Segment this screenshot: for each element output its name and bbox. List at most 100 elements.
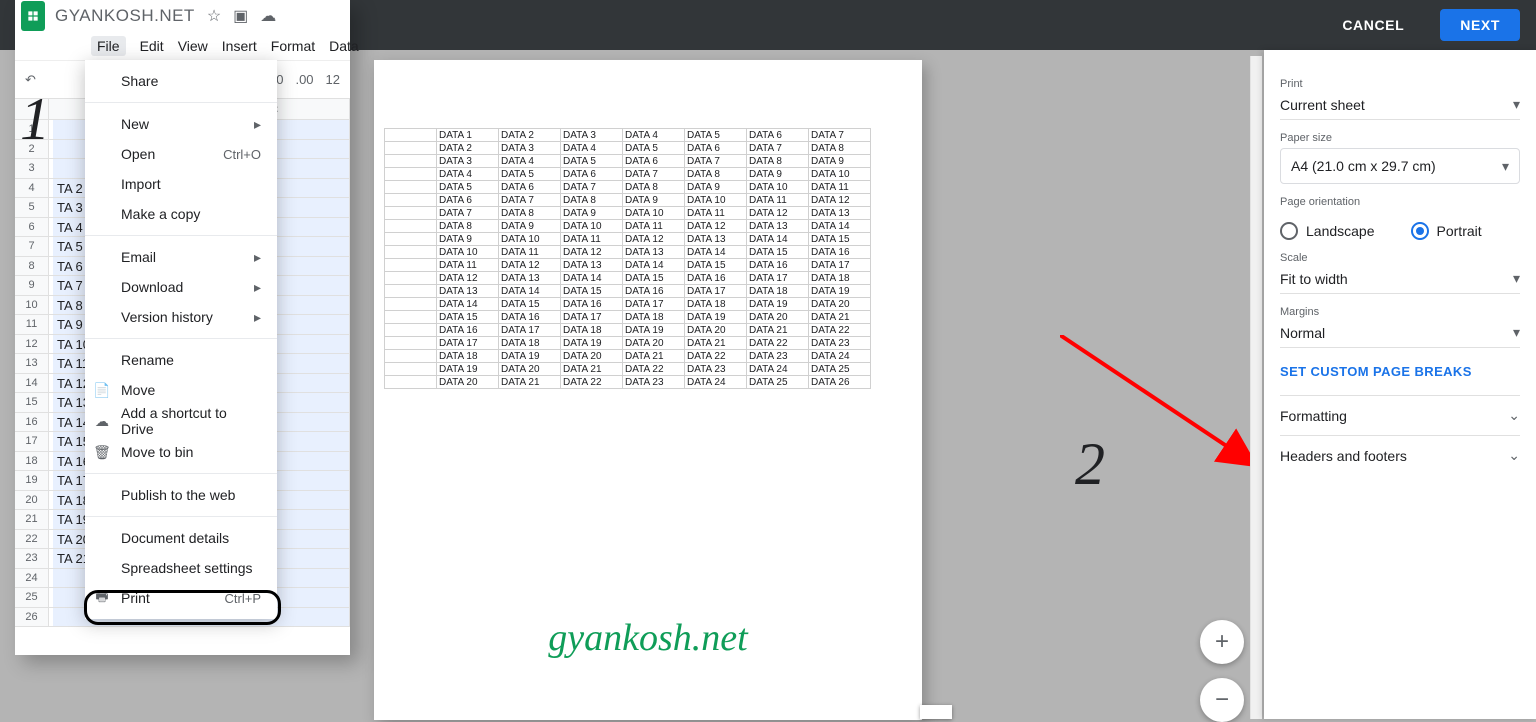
file-version-history[interactable]: Version history▸ bbox=[85, 302, 277, 332]
file-open[interactable]: OpenCtrl+O bbox=[85, 139, 277, 169]
file-move-to-bin[interactable]: 🗑Move to bin bbox=[85, 437, 277, 467]
chevron-down-icon: ▾ bbox=[1513, 96, 1520, 113]
doc-title[interactable]: GYANKOSH.NET bbox=[55, 6, 195, 26]
preview-cell: DATA 16 bbox=[561, 298, 623, 311]
file-document-details[interactable]: Document details bbox=[85, 523, 277, 553]
menu-sep bbox=[85, 102, 277, 103]
orientation-portrait[interactable]: Portrait bbox=[1411, 222, 1482, 240]
preview-cell: DATA 14 bbox=[685, 246, 747, 259]
menu-data[interactable]: Data bbox=[329, 38, 359, 54]
row-number[interactable]: 10 bbox=[15, 296, 49, 316]
chevron-right-icon: ▸ bbox=[254, 116, 261, 133]
menu-edit[interactable]: Edit bbox=[140, 38, 164, 54]
preview-cell: DATA 4 bbox=[561, 142, 623, 155]
formatting-label: Formatting bbox=[1280, 408, 1347, 424]
print-scope-select[interactable]: Current sheet ▾ bbox=[1280, 90, 1520, 120]
row-number[interactable]: 17 bbox=[15, 432, 49, 452]
star-icon[interactable]: ☆ bbox=[207, 6, 221, 26]
row-number[interactable]: 22 bbox=[15, 530, 49, 550]
preview-cell: DATA 4 bbox=[437, 168, 499, 181]
preview-cell: DATA 13 bbox=[685, 233, 747, 246]
file-sssettings-label: Spreadsheet settings bbox=[121, 560, 253, 576]
preview-cell: DATA 15 bbox=[685, 259, 747, 272]
cancel-button[interactable]: CANCEL bbox=[1322, 9, 1424, 41]
file-publish[interactable]: Publish to the web bbox=[85, 480, 277, 510]
file-make-copy[interactable]: Make a copy bbox=[85, 199, 277, 229]
row-number[interactable]: 8 bbox=[15, 257, 49, 277]
scale-select[interactable]: Fit to width ▾ bbox=[1280, 264, 1520, 294]
zoom-in-button[interactable]: + bbox=[1200, 620, 1244, 664]
file-spreadsheet-settings[interactable]: Spreadsheet settings bbox=[85, 553, 277, 583]
row-number[interactable]: 14 bbox=[15, 374, 49, 394]
menu-view[interactable]: View bbox=[178, 38, 208, 54]
headers-footers-accordion[interactable]: Headers and footers ⌄ bbox=[1280, 435, 1520, 475]
preview-cell: DATA 10 bbox=[685, 194, 747, 207]
preview-cell: DATA 6 bbox=[623, 155, 685, 168]
increase-decimal-icon[interactable]: .00 bbox=[295, 72, 313, 87]
row-number[interactable]: 15 bbox=[15, 393, 49, 413]
row-number[interactable]: 23 bbox=[15, 549, 49, 569]
file-move[interactable]: 📄Move bbox=[85, 375, 277, 405]
preview-cell: DATA 10 bbox=[623, 207, 685, 220]
preview-cell: DATA 17 bbox=[747, 272, 809, 285]
preview-cell: DATA 20 bbox=[809, 298, 871, 311]
file-download[interactable]: Download▸ bbox=[85, 272, 277, 302]
row-number[interactable]: 13 bbox=[15, 354, 49, 374]
menu-format[interactable]: Format bbox=[271, 38, 315, 54]
row-number[interactable]: 7 bbox=[15, 237, 49, 257]
row-number[interactable]: 19 bbox=[15, 471, 49, 491]
preview-cell: DATA 16 bbox=[685, 272, 747, 285]
preview-cell: DATA 13 bbox=[747, 220, 809, 233]
file-new[interactable]: New▸ bbox=[85, 109, 277, 139]
annotation-circle-print bbox=[84, 590, 281, 625]
set-custom-page-breaks[interactable]: SET CUSTOM PAGE BREAKS bbox=[1280, 364, 1520, 379]
preview-cell: DATA 19 bbox=[809, 285, 871, 298]
row-number[interactable]: 5 bbox=[15, 198, 49, 218]
file-share[interactable]: Share bbox=[85, 66, 277, 96]
sheets-doc-icon[interactable] bbox=[21, 1, 45, 31]
row-number[interactable]: 21 bbox=[15, 510, 49, 530]
row-number[interactable]: 20 bbox=[15, 491, 49, 511]
preview-cell: DATA 22 bbox=[623, 363, 685, 376]
row-number[interactable]: 18 bbox=[15, 452, 49, 472]
next-button[interactable]: NEXT bbox=[1440, 9, 1520, 41]
file-rename[interactable]: Rename bbox=[85, 345, 277, 375]
font-size[interactable]: 12 bbox=[326, 72, 340, 87]
row-number[interactable]: 26 bbox=[15, 608, 49, 628]
file-import[interactable]: Import bbox=[85, 169, 277, 199]
zoom-out-button[interactable]: − bbox=[1200, 678, 1244, 722]
margins-select[interactable]: Normal ▾ bbox=[1280, 318, 1520, 348]
preview-cell: DATA 13 bbox=[561, 259, 623, 272]
paper-size-select[interactable]: A4 (21.0 cm x 29.7 cm) ▾ bbox=[1280, 148, 1520, 184]
preview-scrollbar[interactable] bbox=[1250, 56, 1262, 719]
menu-file[interactable]: File bbox=[91, 36, 126, 56]
menu-sep bbox=[85, 235, 277, 236]
row-number[interactable]: 12 bbox=[15, 335, 49, 355]
preview-cell: DATA 12 bbox=[747, 207, 809, 220]
file-add-shortcut[interactable]: ☁Add a shortcut to Drive bbox=[85, 405, 277, 437]
formatting-accordion[interactable]: Formatting ⌄ bbox=[1280, 395, 1520, 435]
row-number[interactable]: 25 bbox=[15, 588, 49, 608]
row-number[interactable]: 11 bbox=[15, 315, 49, 335]
row-number[interactable]: 9 bbox=[15, 276, 49, 296]
preview-cell: DATA 11 bbox=[623, 220, 685, 233]
row-number[interactable]: 24 bbox=[15, 569, 49, 589]
preview-cell: DATA 21 bbox=[499, 376, 561, 389]
row-number[interactable]: 6 bbox=[15, 218, 49, 238]
move-folder-icon[interactable]: ▣ bbox=[233, 6, 248, 26]
orientation-landscape[interactable]: Landscape bbox=[1280, 222, 1375, 240]
file-download-label: Download bbox=[121, 279, 183, 295]
preview-cell: DATA 12 bbox=[437, 272, 499, 285]
preview-cell: DATA 11 bbox=[747, 194, 809, 207]
file-email[interactable]: Email▸ bbox=[85, 242, 277, 272]
preview-cell: DATA 8 bbox=[809, 142, 871, 155]
preview-cell: DATA 5 bbox=[437, 181, 499, 194]
row-number[interactable]: 16 bbox=[15, 413, 49, 433]
preview-cell: DATA 22 bbox=[685, 350, 747, 363]
annotation-number-1: 1 bbox=[20, 85, 50, 154]
row-number[interactable]: 4 bbox=[15, 179, 49, 199]
menu-insert[interactable]: Insert bbox=[222, 38, 257, 54]
preview-cell: DATA 18 bbox=[499, 337, 561, 350]
menu-sep bbox=[85, 338, 277, 339]
row-number[interactable]: 3 bbox=[15, 159, 49, 179]
